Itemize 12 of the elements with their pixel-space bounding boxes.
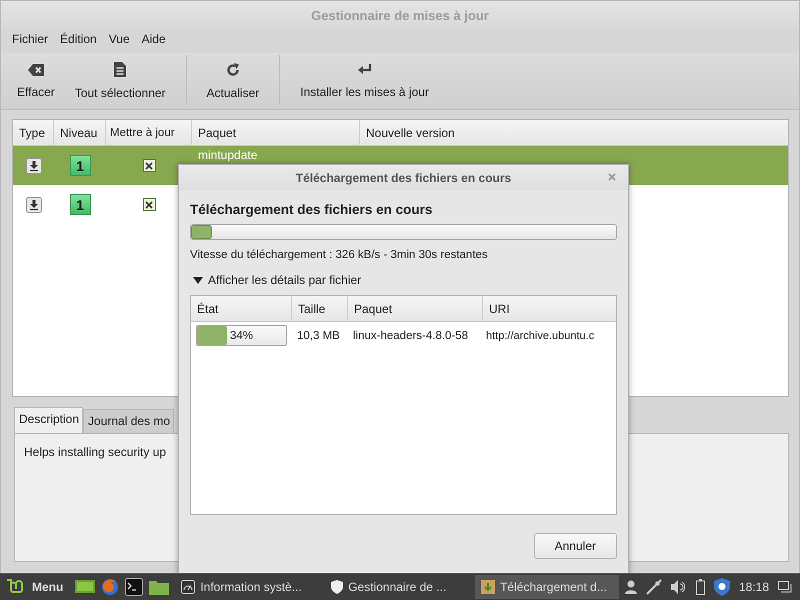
percent-text: 34%	[230, 330, 254, 342]
level-badge: 1	[70, 194, 90, 215]
table-cell-text: http://archive.ubuntu.c	[485, 330, 596, 342]
description-text: Helps installing security up	[24, 445, 166, 459]
speed-text: Vitesse du téléchargement : 326 kB/s - 3min 30s restantes	[190, 249, 489, 261]
window-title: Gestionnaire de mises à jour	[311, 8, 489, 22]
table-cell-text: 10,3 MB	[296, 330, 341, 342]
level-badge: 1	[70, 155, 90, 176]
dialog-heading: Téléchargement des fichiers en cours	[190, 202, 434, 217]
dialog-title: Téléchargement des fichiers en cours	[296, 170, 512, 184]
package-name: mintupdate	[198, 148, 258, 162]
table-cell-text: linux-headers-4.8.0-58	[352, 330, 470, 342]
